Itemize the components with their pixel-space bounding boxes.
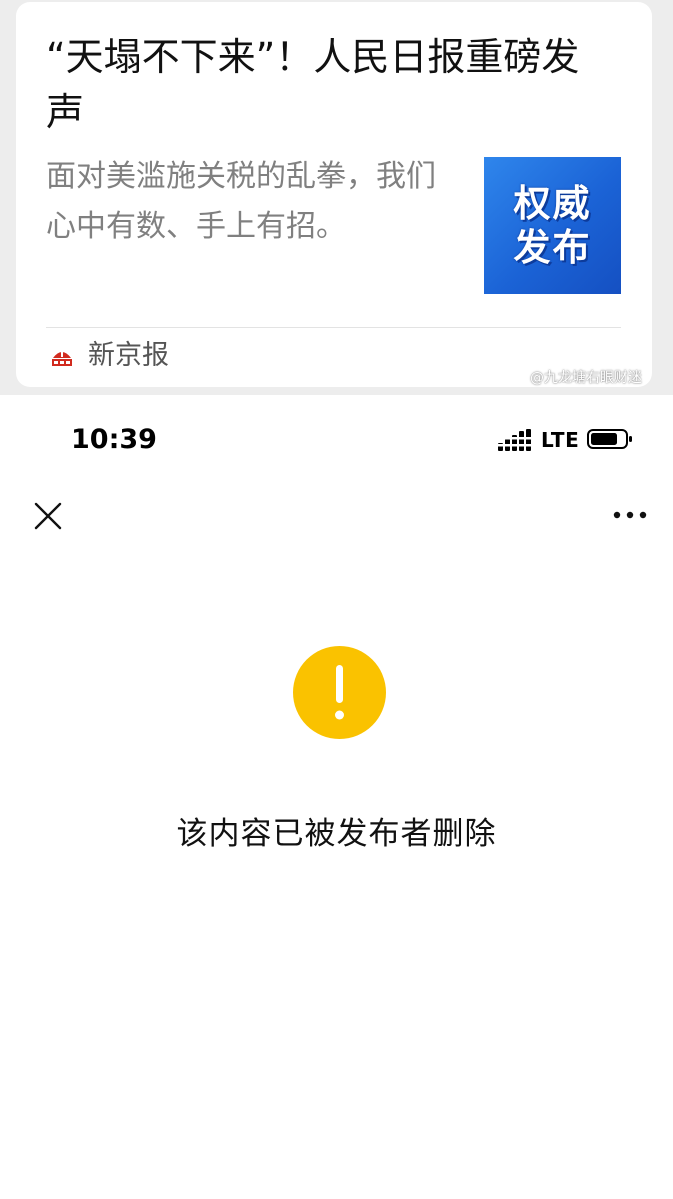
watermark: @九龙塘右眼财迷 xyxy=(505,368,642,388)
shared-card-area: “天塌不下来”！人民日报重磅发声 面对美滥施关税的乱拳，我们心中有数、手上有招。… xyxy=(0,0,673,395)
card-title: “天塌不下来”！人民日报重磅发声 xyxy=(46,35,580,134)
more-dots-icon xyxy=(613,511,647,519)
warning-icon xyxy=(293,646,386,739)
card-source-name: 新京报 xyxy=(88,340,169,371)
card-thumbnail: 权威 发布 xyxy=(484,157,621,294)
content-deleted-message: 该内容已被发布者删除 xyxy=(176,816,497,852)
signal-bars-icon xyxy=(498,429,531,451)
xinjingbao-logo-icon xyxy=(52,348,72,366)
thumbnail-text-line2: 发布 xyxy=(513,225,592,269)
card-divider xyxy=(46,327,621,328)
status-time: 10:39 xyxy=(71,424,157,455)
card-bubble-tail xyxy=(19,42,33,64)
more-options-button[interactable] xyxy=(610,500,650,530)
network-type: LTE xyxy=(541,428,580,452)
watermark-text: @九龙塘右眼财迷 xyxy=(530,370,642,386)
battery-icon xyxy=(587,429,632,449)
shared-article-card[interactable]: “天塌不下来”！人民日报重磅发声 面对美滥施关税的乱拳，我们心中有数、手上有招。… xyxy=(16,2,652,387)
weibo-icon xyxy=(505,370,526,387)
close-button[interactable] xyxy=(30,498,66,534)
thumbnail-text-line1: 权威 xyxy=(513,181,592,225)
card-description: 面对美滥施关税的乱拳，我们心中有数、手上有招。 xyxy=(46,159,436,244)
close-icon xyxy=(34,502,62,530)
